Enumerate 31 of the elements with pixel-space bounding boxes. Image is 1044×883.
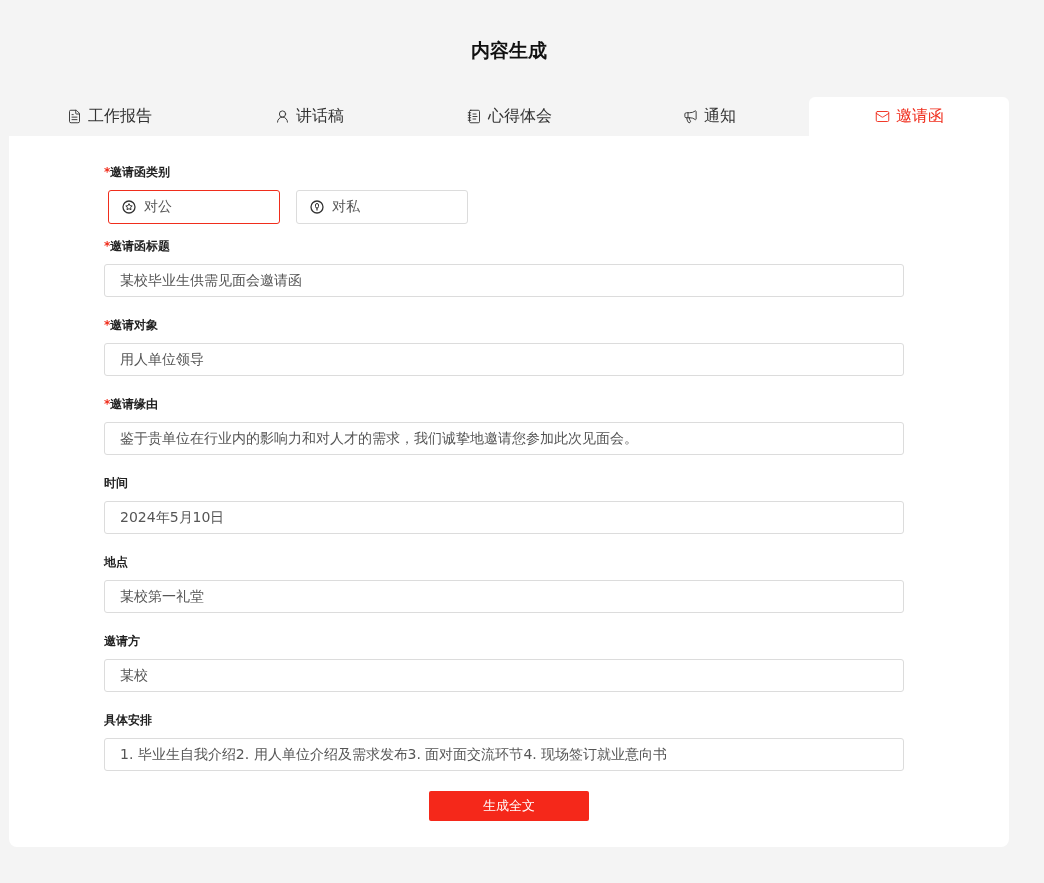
tab[interactable]: 心得体会 xyxy=(409,97,609,136)
field-label: 邀请方 xyxy=(104,633,141,650)
input-field[interactable]: 2024年5月10日 xyxy=(104,501,904,534)
notebook-icon xyxy=(466,109,482,124)
field-label: *邀请函标题 xyxy=(104,238,172,255)
envelope-icon xyxy=(874,109,890,124)
field-label: *邀请函类别 xyxy=(104,164,172,181)
input-field[interactable]: 某校第一礼堂 xyxy=(104,580,904,613)
option-button[interactable]: 对私 xyxy=(296,190,468,224)
field-label: *邀请对象 xyxy=(104,317,160,334)
page-title: 内容生成 xyxy=(471,38,547,63)
generate-button[interactable]: 生成全文 xyxy=(429,791,589,821)
input-field[interactable]: 某校毕业生供需见面会邀请函 xyxy=(104,264,904,297)
document-icon xyxy=(66,109,82,124)
field-label: *邀请缘由 xyxy=(104,396,160,413)
input-field[interactable]: 1. 毕业生自我介绍2. 用人单位介绍及需求发布3. 面对面交流环节4. 现场签订就业意向书 xyxy=(104,738,904,771)
input-field[interactable]: 用人单位领导 xyxy=(104,343,904,376)
field-label: 地点 xyxy=(104,554,129,571)
input-field[interactable]: 鉴于贵单位在行业内的影响力和对人才的需求，我们诚挚地邀请您参加此次见面会。 xyxy=(104,422,904,455)
tab[interactable]: 通知 xyxy=(609,97,809,136)
option-button[interactable]: 对公 xyxy=(108,190,280,224)
megaphone-icon xyxy=(682,109,698,124)
star-circle-icon xyxy=(122,200,136,214)
key-circle-icon xyxy=(310,200,324,214)
tab[interactable]: 邀请函 xyxy=(809,97,1009,136)
tab[interactable]: 工作报告 xyxy=(9,97,209,136)
field-label: 具体安排 xyxy=(104,712,153,729)
input-field[interactable]: 某校 xyxy=(104,659,904,692)
person-icon xyxy=(274,109,290,124)
field-label: 时间 xyxy=(104,475,129,492)
tab[interactable]: 讲话稿 xyxy=(209,97,409,136)
